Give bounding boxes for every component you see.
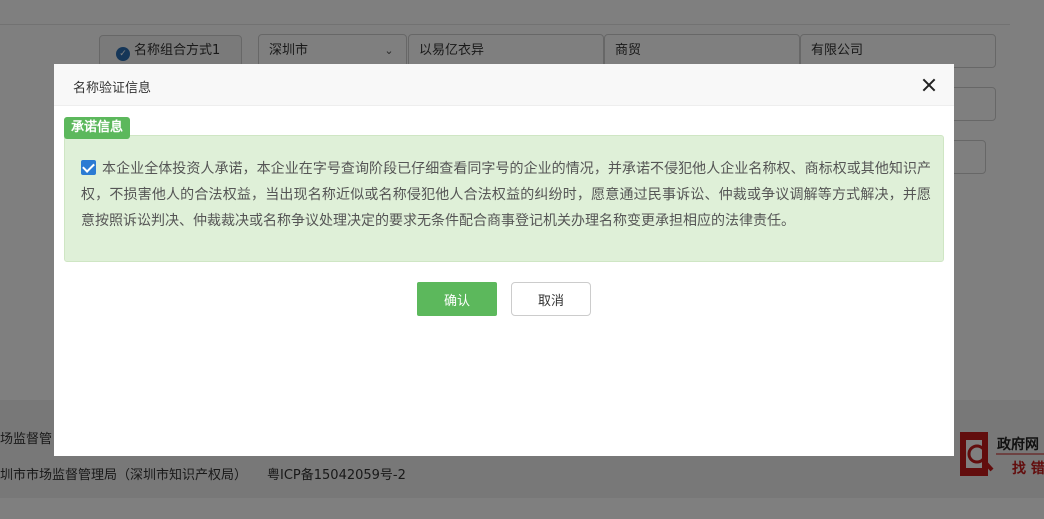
cancel-button[interactable]: 取消: [511, 282, 591, 316]
close-icon[interactable]: [920, 76, 938, 94]
pledge-tag: 承诺信息: [64, 117, 131, 139]
dialog-header: 名称验证信息: [54, 64, 954, 106]
pledge-text: 本企业全体投资人承诺，本企业在字号查询阶段已仔细查看同字号的企业的情况，并承诺不…: [81, 161, 931, 229]
name-verification-dialog: 名称验证信息 本企业全体投资人承诺，本企业在字号查询阶段已仔细查看同字号的企业的…: [54, 64, 954, 456]
confirm-button[interactable]: 确认: [417, 282, 497, 316]
pledge-panel: 本企业全体投资人承诺，本企业在字号查询阶段已仔细查看同字号的企业的情况，并承诺不…: [64, 135, 944, 262]
pledge-checkbox[interactable]: [81, 160, 96, 175]
pledge-statement: 本企业全体投资人承诺，本企业在字号查询阶段已仔细查看同字号的企业的情况，并承诺不…: [81, 156, 931, 234]
dialog-title: 名称验证信息: [73, 81, 152, 96]
